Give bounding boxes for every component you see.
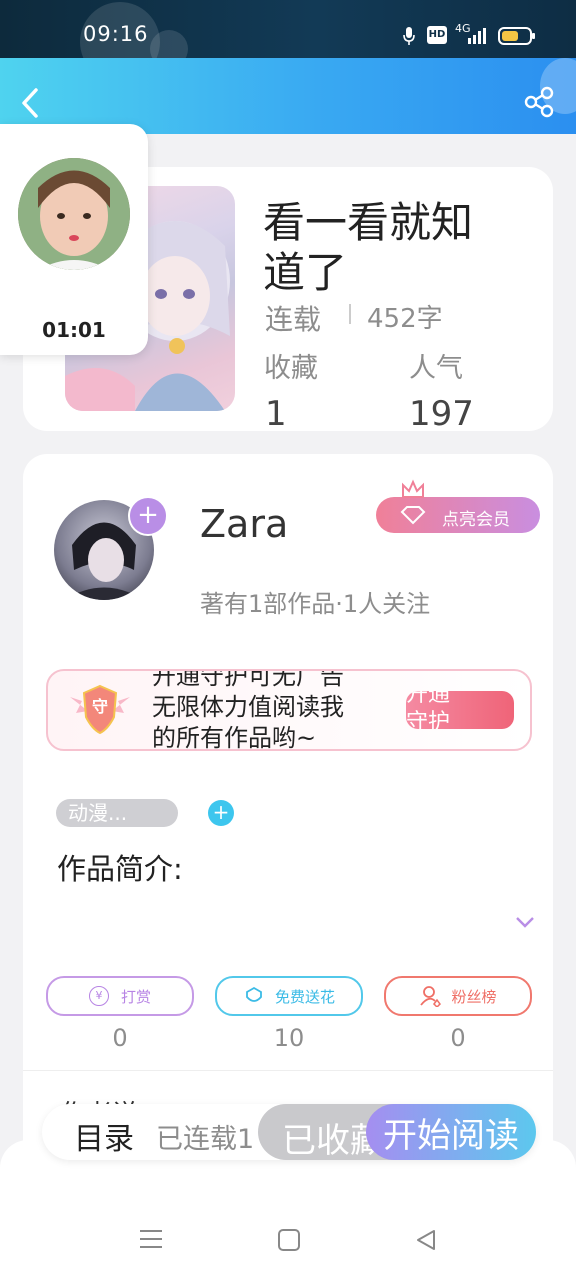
guard-description: 开通守护可无广告 无限体力值阅读我 的所有作品哟~ (152, 669, 344, 751)
reward-label: 打赏 (120, 987, 151, 1006)
home-icon[interactable] (277, 1228, 301, 1252)
fans-label: 粉丝榜 (451, 987, 497, 1006)
flower-icon (246, 986, 262, 1002)
author-name: Zara (200, 502, 289, 546)
favorites-label: 收藏 (264, 353, 318, 384)
divider (23, 1070, 553, 1071)
catalog-button[interactable]: 目录 (74, 1114, 134, 1158)
guard-badge-text: 守 (91, 697, 108, 716)
intro-title: 作品简介: (57, 852, 183, 886)
menu-icon[interactable] (138, 1228, 164, 1250)
video-call-duration: 01:01 (42, 318, 106, 342)
vip-label: 点亮会员 (442, 510, 510, 530)
app-header (0, 58, 576, 134)
signal-icon (468, 28, 486, 44)
popularity-label: 人气 (409, 353, 463, 384)
diamond-icon (400, 506, 426, 525)
word-count: 452字 (367, 304, 443, 334)
guard-line-3: 的所有作品哟~ (152, 724, 317, 751)
plus-icon: + (212, 800, 230, 824)
book-title-line2: 道了 (263, 248, 348, 297)
flower-count: 10 (273, 1024, 305, 1052)
serial-status: 连载 (265, 303, 322, 336)
fans-user-icon (420, 986, 442, 1007)
serial-count-label: 已连载1 (156, 1124, 255, 1155)
fans-count: 0 (450, 1024, 466, 1052)
start-reading-label: 开始阅读 (383, 1115, 519, 1156)
yen-icon: ¥ (88, 986, 109, 1006)
reward-button[interactable]: ¥ 打赏 (46, 976, 194, 1016)
chevron-down-icon[interactable] (514, 914, 536, 930)
battery-icon (498, 27, 535, 45)
status-time: 09:16 (83, 22, 149, 46)
flower-label: 免费送花 (274, 987, 335, 1006)
plus-icon: + (137, 500, 159, 530)
tag-chip[interactable]: 动漫... (56, 799, 178, 827)
reward-count: 0 (112, 1024, 128, 1052)
video-caller-avatar (18, 158, 130, 270)
hd-badge: HD (427, 26, 447, 44)
status-bar: 09:16 HD 4G (0, 0, 576, 82)
popularity-value: 197 (409, 394, 474, 430)
guard-banner[interactable]: 守 开通守护可无广告 无限体力值阅读我 的所有作品哟~ 开通守护 (46, 669, 532, 751)
book-title-line1: 看一看就知 (263, 198, 474, 247)
guard-line-1: 开通守护可无广告 (152, 669, 344, 690)
video-face (18, 158, 130, 270)
book-title: 看一看就知 道了 (263, 198, 473, 298)
system-navigation-bar (0, 1140, 576, 1280)
crown-icon (402, 479, 424, 498)
open-guard-button[interactable]: 开通守护 (406, 691, 514, 729)
send-flower-button[interactable]: 免费送花 (215, 976, 363, 1016)
mic-icon (403, 27, 415, 45)
open-guard-label: 开通守护 (406, 691, 451, 729)
follow-author-button[interactable]: + (128, 496, 168, 536)
add-tag-button[interactable]: + (208, 800, 234, 826)
author-stats: 著有1部作品·1人关注 (200, 590, 431, 618)
fans-rank-button[interactable]: 粉丝榜 (384, 976, 532, 1016)
divider (349, 304, 351, 324)
back-icon[interactable] (18, 86, 44, 120)
back-nav-icon[interactable] (414, 1228, 438, 1252)
share-icon[interactable] (524, 86, 556, 118)
start-reading-button[interactable]: 开始阅读 (366, 1104, 536, 1160)
favorites-value: 1 (265, 394, 287, 430)
guard-line-2: 无限体力值阅读我 (152, 693, 344, 721)
